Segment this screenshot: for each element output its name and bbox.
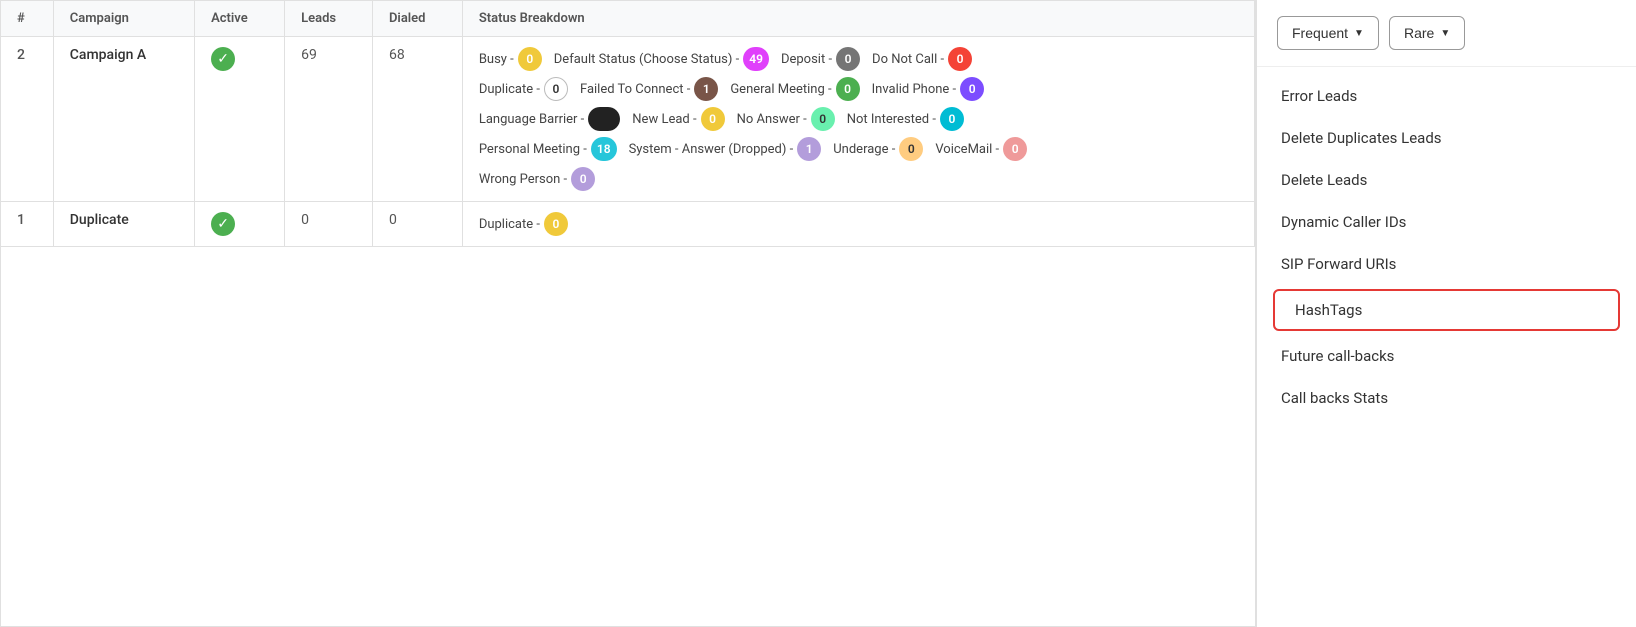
status-item: No Answer - 0 bbox=[737, 107, 835, 131]
col-dialed: Dialed bbox=[372, 1, 462, 37]
status-label: VoiceMail - bbox=[935, 142, 999, 157]
row-active: ✓ bbox=[195, 202, 285, 247]
status-label: Not Interested - bbox=[847, 112, 936, 127]
menu-item[interactable]: Call backs Stats bbox=[1257, 377, 1636, 419]
status-label: Language Barrier - bbox=[479, 112, 584, 127]
status-label: General Meeting - bbox=[730, 82, 831, 97]
row-leads: 69 bbox=[285, 37, 373, 202]
menu-item[interactable]: Future call-backs bbox=[1257, 335, 1636, 377]
status-label: Default Status (Choose Status) - bbox=[554, 52, 739, 67]
status-badge: 1 bbox=[694, 77, 718, 101]
status-badge: 0 bbox=[836, 47, 860, 71]
status-badge: 18 bbox=[591, 137, 617, 161]
active-checkmark-icon: ✓ bbox=[211, 212, 235, 236]
status-label: Invalid Phone - bbox=[872, 82, 957, 97]
row-statuses: Duplicate - 0 bbox=[462, 202, 1254, 247]
status-label: Underage - bbox=[833, 142, 895, 157]
col-campaign: Campaign bbox=[53, 1, 194, 37]
status-label: Duplicate - bbox=[479, 217, 540, 232]
status-badge: 0 bbox=[544, 77, 568, 101]
status-badge: 0 bbox=[948, 47, 972, 71]
status-grid: Busy - 0 Default Status (Choose Status) - 4… bbox=[479, 47, 1059, 191]
status-badge: 0 bbox=[1003, 137, 1027, 161]
rare-button[interactable]: Rare ▼ bbox=[1389, 16, 1465, 50]
row-active: ✓ bbox=[195, 37, 285, 202]
frequent-button[interactable]: Frequent ▼ bbox=[1277, 16, 1379, 50]
menu-item[interactable]: Error Leads bbox=[1257, 75, 1636, 117]
table-header-row: # Campaign Active Leads Dialed Status Br… bbox=[1, 1, 1255, 37]
col-active: Active bbox=[195, 1, 285, 37]
col-statuses: Status Breakdown bbox=[462, 1, 1254, 37]
status-label: No Answer - bbox=[737, 112, 807, 127]
status-item: Default Status (Choose Status) - 49 bbox=[554, 47, 769, 71]
campaigns-table: # Campaign Active Leads Dialed Status Br… bbox=[1, 1, 1255, 247]
rare-chevron-icon: ▼ bbox=[1440, 28, 1450, 39]
status-label: Deposit - bbox=[781, 52, 832, 67]
status-item: Language Barrier - bbox=[479, 107, 620, 131]
status-badge: 0 bbox=[899, 137, 923, 161]
status-item: Wrong Person - 0 bbox=[479, 167, 595, 191]
row-dialed: 68 bbox=[372, 37, 462, 202]
status-item: Do Not Call - 0 bbox=[872, 47, 972, 71]
row-statuses: Busy - 0 Default Status (Choose Status) - 4… bbox=[462, 37, 1254, 202]
row-dialed: 0 bbox=[372, 202, 462, 247]
status-badge: 0 bbox=[544, 212, 568, 236]
col-leads: Leads bbox=[285, 1, 373, 37]
status-item: VoiceMail - 0 bbox=[935, 137, 1027, 161]
status-item: Invalid Phone -0 bbox=[872, 77, 985, 101]
status-grid: Duplicate - 0 bbox=[479, 212, 1059, 236]
table-row: 2Campaign A ✓ 6968 Busy - 0 Default Status (C… bbox=[1, 37, 1255, 202]
row-campaign: Duplicate bbox=[53, 202, 194, 247]
status-item: Failed To Connect - 1 bbox=[580, 77, 718, 101]
status-item: Duplicate - 0 bbox=[479, 77, 568, 101]
menu-item[interactable]: Delete Leads bbox=[1257, 159, 1636, 201]
status-item: Deposit - 0 bbox=[781, 47, 860, 71]
status-badge: 0 bbox=[701, 107, 725, 131]
frequent-label: Frequent bbox=[1292, 25, 1348, 41]
status-item: System - Answer (Dropped) -1 bbox=[629, 137, 822, 161]
table-area: # Campaign Active Leads Dialed Status Br… bbox=[0, 0, 1256, 627]
status-badge: 49 bbox=[743, 47, 769, 71]
status-badge: 0 bbox=[571, 167, 595, 191]
status-label: Failed To Connect - bbox=[580, 82, 690, 97]
status-item: Duplicate - 0 bbox=[479, 212, 568, 236]
status-badge: 1 bbox=[797, 137, 821, 161]
status-label: Duplicate - bbox=[479, 82, 540, 97]
status-badge: 0 bbox=[836, 77, 860, 101]
status-label: Wrong Person - bbox=[479, 172, 567, 187]
row-number: 2 bbox=[1, 37, 53, 202]
status-badge: 0 bbox=[811, 107, 835, 131]
status-item: New Lead - 0 bbox=[632, 107, 724, 131]
active-checkmark-icon: ✓ bbox=[211, 47, 235, 71]
frequent-chevron-icon: ▼ bbox=[1354, 28, 1364, 39]
menu-item[interactable]: SIP Forward URIs bbox=[1257, 243, 1636, 285]
status-label: Do Not Call - bbox=[872, 52, 944, 67]
page-container: # Campaign Active Leads Dialed Status Br… bbox=[0, 0, 1636, 627]
status-label: Personal Meeting - bbox=[479, 142, 587, 157]
right-panel: Frequent ▼ Rare ▼ Error LeadsDelete Dupl… bbox=[1256, 0, 1636, 627]
row-campaign: Campaign A bbox=[53, 37, 194, 202]
status-item: Personal Meeting - 18 bbox=[479, 137, 617, 161]
status-item: Not Interested - 0 bbox=[847, 107, 964, 131]
menu-item[interactable]: HashTags bbox=[1273, 289, 1620, 331]
status-label: System - Answer (Dropped) - bbox=[629, 142, 794, 157]
status-label: Busy - bbox=[479, 52, 514, 67]
table-row: 1Duplicate✓00Duplicate -0 bbox=[1, 202, 1255, 247]
status-badge bbox=[588, 107, 620, 131]
col-number: # bbox=[1, 1, 53, 37]
status-item: General Meeting - 0 bbox=[730, 77, 859, 101]
status-badge: 0 bbox=[518, 47, 542, 71]
row-number: 1 bbox=[1, 202, 53, 247]
status-label: New Lead - bbox=[632, 112, 696, 127]
menu-list: Error LeadsDelete Duplicates LeadsDelete… bbox=[1257, 67, 1636, 427]
status-item: Busy - 0 bbox=[479, 47, 542, 71]
rare-label: Rare bbox=[1404, 25, 1434, 41]
panel-top: Frequent ▼ Rare ▼ bbox=[1257, 0, 1636, 67]
menu-item[interactable]: Dynamic Caller IDs bbox=[1257, 201, 1636, 243]
status-badge: 0 bbox=[940, 107, 964, 131]
status-badge: 0 bbox=[960, 77, 984, 101]
menu-item[interactable]: Delete Duplicates Leads bbox=[1257, 117, 1636, 159]
row-leads: 0 bbox=[285, 202, 373, 247]
status-item: Underage - 0 bbox=[833, 137, 923, 161]
